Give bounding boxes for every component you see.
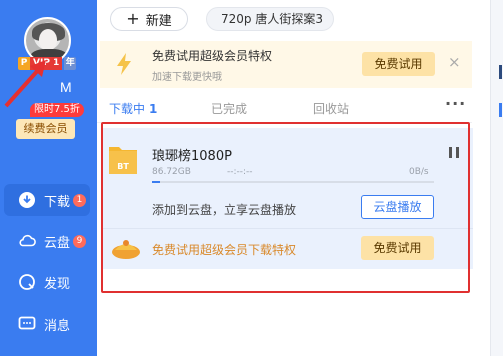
bt-folder-icon: BT: [109, 147, 137, 174]
search-input[interactable]: 720p 唐人街探案3: [206, 7, 334, 31]
username: M: [60, 79, 72, 95]
cloud-icon: [18, 232, 36, 250]
more-icon[interactable]: ···: [445, 94, 466, 113]
tab-completed[interactable]: 已完成: [211, 100, 247, 117]
progress-fill: [152, 181, 161, 183]
toolbar: + 新建 720p 唐人街探案3: [97, 0, 490, 40]
plus-icon: +: [126, 9, 140, 28]
vip-trial-button[interactable]: 免费试用: [361, 236, 434, 260]
sidebar-item-label: 发现: [44, 276, 71, 292]
panel-mark: [499, 103, 502, 117]
task-divider: [102, 228, 473, 229]
sidebar-item-label: 云盘: [44, 235, 71, 251]
tab-count: 1: [149, 102, 158, 116]
panel-mark: [499, 65, 502, 79]
banner-trial-button[interactable]: 免费试用: [362, 52, 435, 76]
sidebar-item-message[interactable]: 消息: [4, 308, 90, 340]
divider: [97, 122, 472, 123]
cloud-count-badge: 9: [73, 234, 87, 248]
banner-subtitle: 加速下载更快哦: [152, 72, 222, 83]
download-count-badge: 1: [73, 193, 87, 207]
renew-button[interactable]: 续费会员: [16, 119, 75, 139]
discover-icon: [18, 273, 36, 291]
tab-label: 下载中: [109, 102, 146, 116]
task-size: 86.72GB: [152, 167, 191, 177]
message-icon: [18, 315, 36, 333]
new-task-label: 新建: [145, 13, 172, 29]
tab-recycle-bin[interactable]: 回收站: [313, 100, 349, 117]
task-name: 琅琊榜1080P: [152, 149, 232, 164]
sidebar-item-discover[interactable]: 发现: [4, 266, 90, 298]
download-tabs: 下载中 1 已完成 回收站 ···: [97, 94, 472, 124]
cloud-play-button[interactable]: 云盘播放: [361, 195, 434, 219]
right-panel-edge: [490, 0, 503, 356]
folder-tag: BT: [117, 162, 129, 171]
annotation-arrow: [4, 60, 46, 108]
banner-title: 免费试用超级会员特权: [152, 49, 273, 63]
lightning-icon: [117, 53, 131, 75]
sidebar-item-label: 下载: [44, 194, 71, 210]
vip-suffix: 年: [64, 57, 77, 70]
main-panel: + 新建 720p 唐人街探案3 免费试用超级会员特权 加速下载更快哦 免费试用…: [97, 0, 490, 356]
vip-pot-icon: [112, 240, 140, 259]
download-task-item[interactable]: BT 琅琊榜1080P 86.72GB --:--:-- 0B/s 添加到云盘，…: [102, 128, 473, 269]
tab-downloading[interactable]: 下载中 1: [109, 100, 157, 117]
sidebar: P VIP 1 年 M 限时7.5折 续费会员 下载 1 云盘 9 发现 消息: [0, 0, 97, 356]
sidebar-item-cloud[interactable]: 云盘 9: [4, 225, 90, 257]
close-icon[interactable]: ×: [448, 53, 461, 71]
pause-icon[interactable]: [449, 147, 459, 158]
download-icon: [18, 191, 36, 209]
vip-promo-text: 免费试用超级会员下载特权: [152, 243, 297, 257]
progress-bar: [152, 181, 434, 183]
sidebar-item-label: 消息: [44, 318, 71, 334]
task-eta: --:--:--: [227, 167, 253, 177]
task-speed: 0B/s: [409, 167, 429, 177]
new-task-button[interactable]: + 新建: [110, 7, 188, 31]
vip-banner: 免费试用超级会员特权 加速下载更快哦 免费试用 ×: [100, 41, 472, 88]
sidebar-item-download[interactable]: 下载 1: [4, 184, 90, 216]
cloud-hint: 添加到云盘，立享云盘播放: [152, 203, 297, 217]
